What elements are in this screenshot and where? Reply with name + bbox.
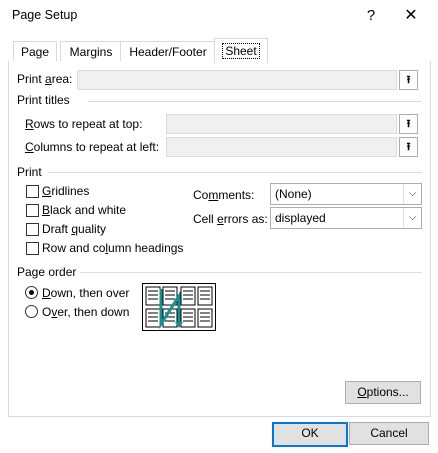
chevron-down-icon[interactable]: ⌵ [403,184,421,204]
collapse-dialog-icon: ⭱ [406,74,411,86]
dialog-title: Page Setup [12,8,78,22]
cols-repeat-ref-button[interactable]: ⭱ [399,137,418,157]
over-then-down-label[interactable]: Over, then down [42,305,129,319]
print-area-label: Print area: [17,72,73,86]
draft-quality-checkbox[interactable] [26,223,39,236]
black-white-label[interactable]: Black and white [42,203,126,217]
cell-errors-select[interactable]: displayed ⌵ [270,207,422,229]
rows-repeat-input[interactable] [166,114,397,134]
tab-sheet[interactable]: Sheet [214,38,268,63]
page-order-heading: Page order [17,265,77,279]
print-area-input[interactable] [77,70,397,90]
cell-errors-label: Cell errors as: [193,212,268,226]
ok-button[interactable]: OK [272,422,348,447]
gridlines-checkbox[interactable] [26,185,39,198]
divider [80,272,422,273]
print-heading: Print [17,165,42,179]
comments-label: Comments: [193,188,255,202]
comments-select[interactable]: (None) ⌵ [270,183,422,205]
collapse-dialog-icon: ⭱ [406,141,411,153]
tab-sheet-label: Sheet [222,43,260,59]
tab-margins[interactable]: Margins [60,41,122,62]
row-col-headings-checkbox[interactable] [26,242,39,255]
gridlines-label[interactable]: Gridlines [42,184,89,198]
options-button[interactable]: Options... [345,381,421,404]
rows-repeat-ref-button[interactable]: ⭱ [399,114,418,134]
down-then-over-label[interactable]: Down, then over [42,286,129,300]
collapse-dialog-icon: ⭱ [406,118,411,130]
rows-repeat-label: Rows to repeat at top: [25,117,143,131]
black-white-checkbox[interactable] [26,204,39,217]
cell-errors-value: displayed [275,211,326,225]
divider [48,172,422,173]
close-button[interactable]: ✕ [396,3,426,29]
over-then-down-radio[interactable] [25,305,38,318]
chevron-down-icon[interactable]: ⌵ [403,208,421,228]
cols-repeat-input[interactable] [166,137,397,157]
comments-value: (None) [275,187,312,201]
tab-page[interactable]: Page [13,41,57,62]
page-order-preview-icon [142,283,216,331]
draft-quality-label[interactable]: Draft quality [42,222,106,236]
row-col-headings-label[interactable]: Row and column headings [42,241,183,255]
print-titles-heading: Print titles [17,93,70,107]
cancel-button[interactable]: Cancel [349,422,429,445]
print-area-ref-button[interactable]: ⭱ [399,70,418,90]
tab-header-footer[interactable]: Header/Footer [120,41,216,62]
cols-repeat-label: Columns to repeat at left: [25,140,160,154]
down-then-over-radio[interactable] [25,286,38,299]
help-button[interactable]: ? [362,5,380,27]
divider [88,101,422,102]
